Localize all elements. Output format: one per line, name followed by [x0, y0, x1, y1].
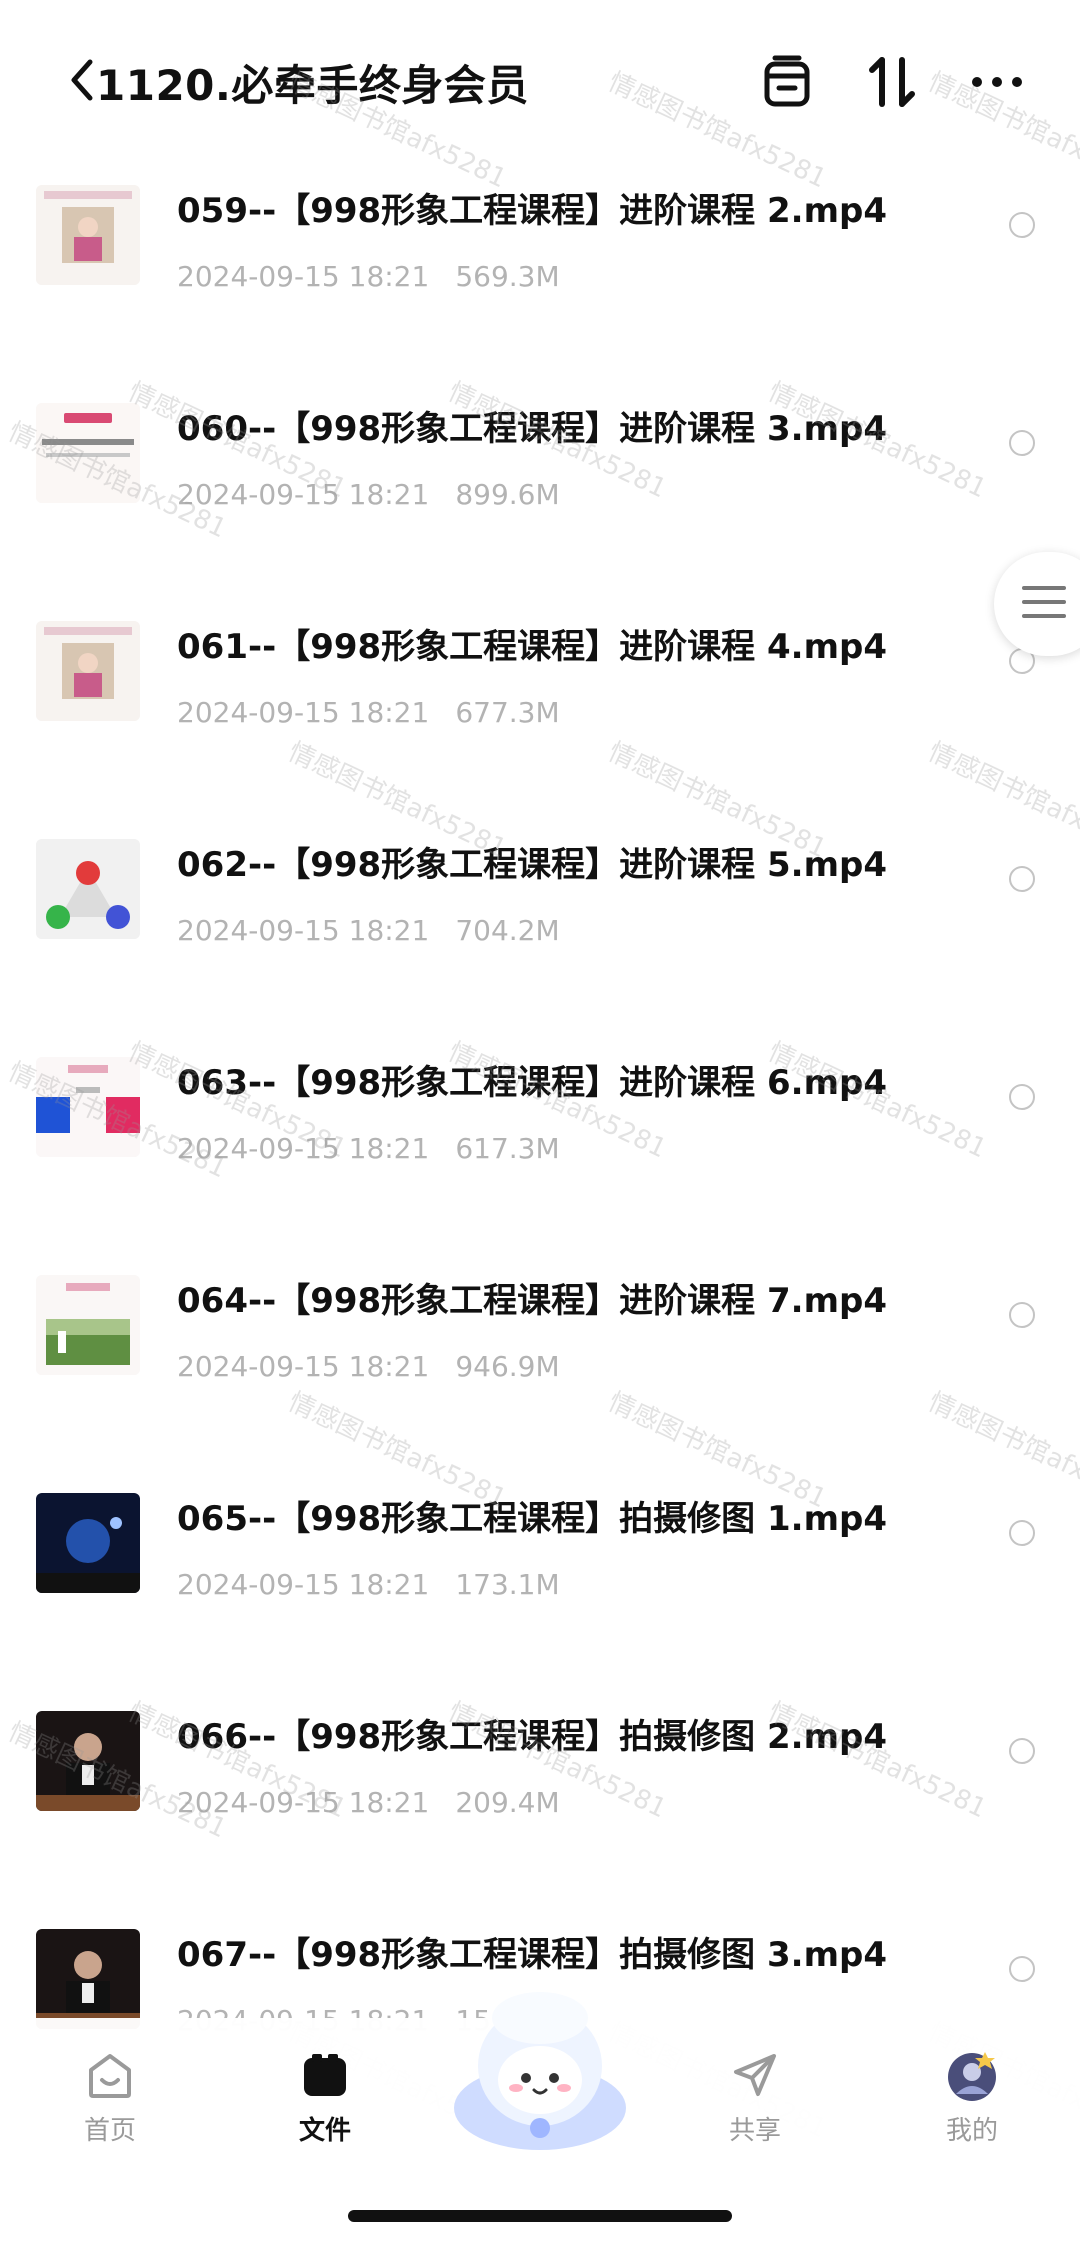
video-thumbnail	[36, 185, 140, 285]
file-name: 066--【998形象工程课程】拍摄修图 2.mp4	[177, 1717, 887, 1757]
file-name: 063--【998形象工程课程】进阶课程 6.mp4	[177, 1063, 887, 1103]
file-size: 899.6M	[455, 478, 560, 511]
video-thumbnail	[36, 1493, 140, 1593]
file-size: 704.2M	[455, 914, 560, 947]
file-row[interactable]: 065--【998形象工程课程】拍摄修图 1.mp4 2024-09-15 18:…	[0, 1463, 1080, 1681]
page-title: 1120.必牵手终身会员	[96, 61, 529, 110]
file-name: 064--【998形象工程课程】进阶课程 7.mp4	[177, 1281, 887, 1321]
home-indicator	[348, 2210, 732, 2222]
file-row[interactable]: 064--【998形象工程课程】进阶课程 7.mp4 2024-09-15 18:…	[0, 1245, 1080, 1463]
video-thumbnail	[36, 1929, 140, 2029]
select-radio[interactable]	[1009, 212, 1035, 238]
tab-share-label: 共享	[728, 2116, 781, 2146]
tab-me-label: 我的	[945, 2116, 998, 2146]
tab-home-label: 首页	[83, 2116, 136, 2146]
file-size: 677.3M	[455, 696, 560, 729]
select-radio[interactable]	[1009, 1956, 1035, 1982]
file-meta: 2024-09-15 18:21 617.3M	[177, 1132, 560, 1165]
file-date: 2024-09-15 18:21	[177, 1350, 430, 1383]
file-name: 059--【998形象工程课程】进阶课程 2.mp4	[177, 191, 887, 231]
menu-lines-icon	[1022, 586, 1066, 628]
video-thumbnail	[36, 403, 140, 503]
file-date: 2024-09-15 18:21	[177, 260, 430, 293]
file-meta: 2024-09-15 18:21 677.3M	[177, 696, 560, 729]
tab-files-label: 文件	[298, 2116, 351, 2146]
video-thumbnail	[36, 839, 140, 939]
file-row[interactable]: 060--【998形象工程课程】进阶课程 3.mp4 2024-09-15 18:…	[0, 373, 1080, 591]
file-date: 2024-09-15 18:21	[177, 1786, 430, 1819]
file-row[interactable]: 063--【998形象工程课程】进阶课程 6.mp4 2024-09-15 18:…	[0, 1027, 1080, 1245]
file-date: 2024-09-15 18:21	[177, 914, 430, 947]
file-size: 209.4M	[455, 1786, 560, 1819]
select-radio[interactable]	[1009, 1084, 1035, 1110]
select-radio[interactable]	[1009, 1302, 1035, 1328]
file-list: 059--【998形象工程课程】进阶课程 2.mp4 2024-09-15 18:…	[0, 155, 1080, 2117]
video-thumbnail	[36, 1711, 140, 1811]
file-name: 067--【998形象工程课程】拍摄修图 3.mp4	[177, 1935, 887, 1975]
select-radio[interactable]	[1009, 1738, 1035, 1764]
tab-share[interactable]: 共享	[695, 2048, 815, 2147]
avatar-icon	[945, 2048, 999, 2102]
file-row[interactable]: 061--【998形象工程课程】进阶课程 4.mp4 2024-09-15 18:…	[0, 591, 1080, 809]
sort-icon[interactable]	[860, 50, 924, 114]
file-name: 060--【998形象工程课程】进阶课程 3.mp4	[177, 409, 887, 449]
assistant-mascot-icon[interactable]	[450, 1988, 630, 2158]
file-meta: 2024-09-15 18:21 704.2M	[177, 914, 560, 947]
stack-box-icon[interactable]	[755, 50, 819, 114]
video-thumbnail	[36, 1057, 140, 1157]
file-date: 2024-09-15 18:21	[177, 1568, 430, 1601]
video-thumbnail	[36, 621, 140, 721]
file-row[interactable]: 059--【998形象工程课程】进阶课程 2.mp4 2024-09-15 18:…	[0, 155, 1080, 373]
file-meta: 2024-09-15 18:21 173.1M	[177, 1568, 560, 1601]
file-name: 062--【998形象工程课程】进阶课程 5.mp4	[177, 845, 887, 885]
file-meta: 2024-09-15 18:21 899.6M	[177, 478, 560, 511]
file-size: 617.3M	[455, 1132, 560, 1165]
tab-me[interactable]: 我的	[912, 2048, 1032, 2147]
select-radio[interactable]	[1009, 430, 1035, 456]
send-icon	[728, 2048, 782, 2102]
file-size: 569.3M	[455, 260, 560, 293]
file-meta: 2024-09-15 18:21 946.9M	[177, 1350, 560, 1383]
folder-icon	[298, 2048, 352, 2102]
tab-files[interactable]: 文件	[265, 2048, 385, 2147]
bottom-tab-bar: 首页 文件 共享 我的	[0, 1992, 1080, 2243]
home-icon	[83, 2048, 137, 2102]
top-bar: 1120.必牵手终身会员	[0, 0, 1080, 170]
file-date: 2024-09-15 18:21	[177, 1132, 430, 1165]
file-row[interactable]: 062--【998形象工程课程】进阶课程 5.mp4 2024-09-15 18:…	[0, 809, 1080, 1027]
file-meta: 2024-09-15 18:21 569.3M	[177, 260, 560, 293]
video-thumbnail	[36, 1275, 140, 1375]
more-dots-icon[interactable]	[965, 50, 1029, 114]
file-name: 061--【998形象工程课程】进阶课程 4.mp4	[177, 627, 887, 667]
select-radio[interactable]	[1009, 866, 1035, 892]
file-date: 2024-09-15 18:21	[177, 478, 430, 511]
file-meta: 2024-09-15 18:21 209.4M	[177, 1786, 560, 1819]
select-radio[interactable]	[1009, 1520, 1035, 1546]
file-name: 065--【998形象工程课程】拍摄修图 1.mp4	[177, 1499, 887, 1539]
file-size: 946.9M	[455, 1350, 560, 1383]
file-date: 2024-09-15 18:21	[177, 696, 430, 729]
tab-home[interactable]: 首页	[50, 2048, 170, 2147]
file-size: 173.1M	[455, 1568, 560, 1601]
file-row[interactable]: 066--【998形象工程课程】拍摄修图 2.mp4 2024-09-15 18:…	[0, 1681, 1080, 1899]
